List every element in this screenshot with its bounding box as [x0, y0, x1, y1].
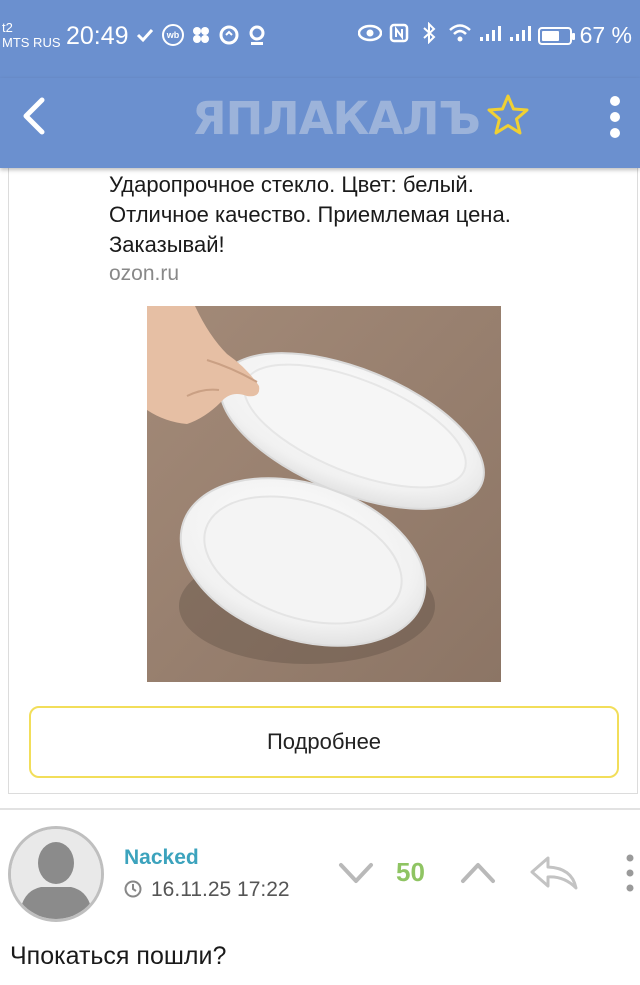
comment-timestamp: 16.11.25 17:22 — [151, 878, 290, 901]
reply-arrow-icon — [530, 856, 578, 890]
ad-text-line: Заказывай! — [109, 232, 225, 257]
battery-percent: 67 % — [579, 22, 632, 48]
heart-check-icon — [134, 24, 156, 46]
ad-card: Ударопрочное стекло. Цвет: белый. Отличн… — [8, 160, 638, 794]
vote-down-button[interactable] — [336, 856, 376, 890]
ad-source-link[interactable]: ozon.ru — [109, 262, 179, 286]
comment-menu-button[interactable] — [620, 852, 640, 894]
bluetooth-icon — [418, 21, 440, 49]
pinwheel-icon — [190, 24, 212, 46]
clock-icon — [124, 880, 142, 898]
ad-text-line: Отличное качество. Приемлемая цена. — [109, 202, 511, 227]
notification-icons: wb — [134, 24, 268, 46]
carrier-line-1: t2 — [2, 20, 13, 35]
favorite-button[interactable] — [484, 92, 532, 140]
comment-score: 50 — [396, 857, 425, 887]
signal-icon — [478, 24, 501, 47]
status-bar: t2 MTS RUS 20:49 wb 67 % — [0, 0, 640, 78]
comment-body: Чпокаться пошли? — [10, 942, 227, 970]
divider — [0, 808, 640, 810]
star-outline-icon — [487, 94, 529, 135]
reply-button[interactable] — [528, 852, 580, 894]
signal-icon — [508, 24, 531, 47]
location-pin-icon — [246, 24, 268, 46]
nfc-icon — [388, 23, 410, 48]
avatar[interactable] — [8, 826, 104, 922]
back-button[interactable] — [12, 94, 56, 138]
carrier-line-2: MTS RUS — [2, 35, 61, 50]
app-header: ЯПЛАКАЛЪ — [0, 78, 640, 168]
site-logo[interactable]: ЯПЛАКАЛЪ — [192, 92, 481, 145]
ad-description[interactable]: Ударопрочное стекло. Цвет: белый. Отличн… — [109, 170, 629, 260]
vertical-dots-icon — [626, 854, 634, 892]
status-time: 20:49 — [66, 22, 129, 50]
wb-icon: wb — [162, 24, 184, 46]
ad-product-image[interactable] — [147, 306, 501, 682]
chevron-up-icon — [461, 863, 495, 883]
battery-icon — [537, 26, 575, 45]
system-icons: 67 % — [357, 21, 632, 49]
battery-level — [541, 30, 559, 41]
more-details-button[interactable]: Подробнее — [29, 706, 619, 778]
eye-icon — [357, 24, 382, 47]
user-silhouette-icon — [11, 829, 101, 919]
overflow-menu-button[interactable] — [600, 94, 630, 140]
carrier-label: t2 MTS RUS — [2, 20, 61, 50]
comment-author[interactable]: Nacked — [124, 846, 199, 870]
plates-photo — [147, 306, 501, 682]
vertical-dots-icon — [610, 96, 620, 138]
vote-up-button[interactable] — [458, 856, 498, 890]
wifi-icon — [448, 23, 471, 48]
ad-text-line: Ударопрочное стекло. Цвет: белый. — [109, 172, 474, 197]
chevron-left-icon — [23, 97, 45, 135]
sync-icon — [218, 24, 240, 46]
chevron-down-icon — [339, 863, 373, 883]
